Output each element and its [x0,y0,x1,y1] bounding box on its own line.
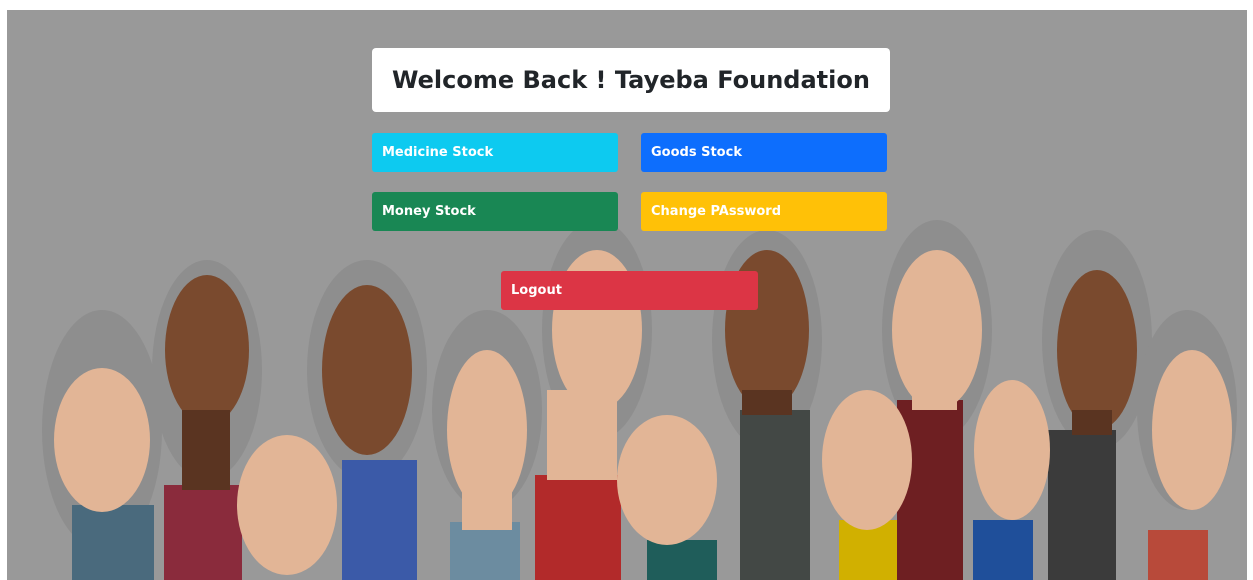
change-password-label: Change PAssword [651,204,781,219]
page-background: Welcome Back ! Tayeba Foundation Medicin… [7,10,1247,580]
goods-stock-label: Goods Stock [651,145,742,160]
money-stock-label: Money Stock [382,204,476,219]
welcome-card: Welcome Back ! Tayeba Foundation [372,48,890,112]
money-stock-button[interactable]: Money Stock [372,192,618,231]
change-password-button[interactable]: Change PAssword [641,192,887,231]
logout-button[interactable]: Logout [501,271,758,310]
medicine-stock-button[interactable]: Medicine Stock [372,133,618,172]
goods-stock-button[interactable]: Goods Stock [641,133,887,172]
medicine-stock-label: Medicine Stock [382,145,494,160]
logout-label: Logout [511,283,562,298]
page-title: Welcome Back ! Tayeba Foundation [392,66,870,94]
